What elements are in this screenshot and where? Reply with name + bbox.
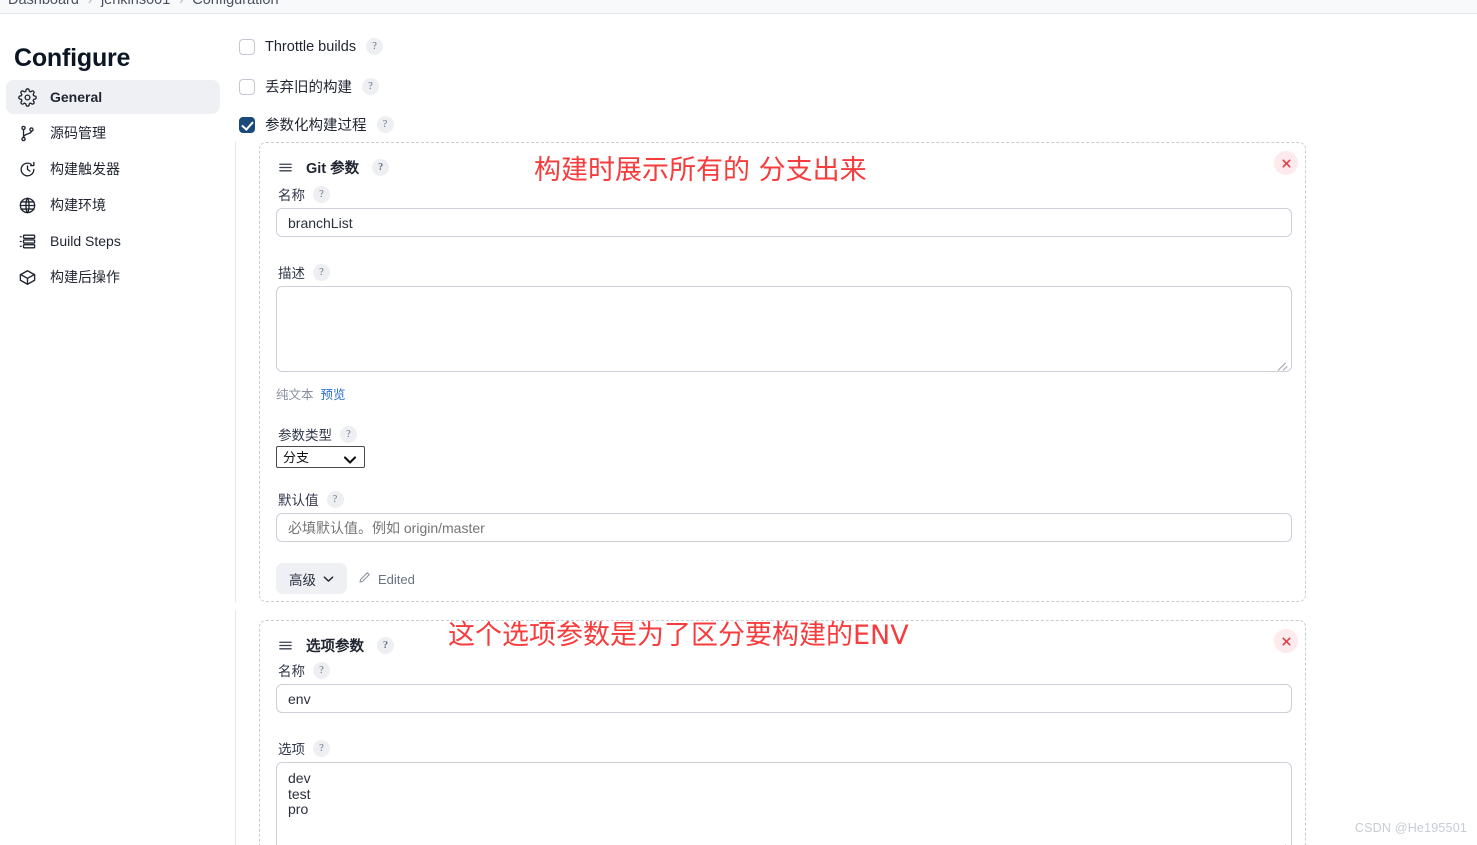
advanced-label: 高级 [289, 572, 316, 588]
sidebar-item-build-steps[interactable]: Build Steps [6, 224, 220, 258]
delete-parameter-button[interactable] [1274, 629, 1298, 653]
preview-link[interactable]: 预览 [321, 384, 346, 403]
sidebar-item-general[interactable]: General [6, 80, 220, 114]
sidebar-item-source-code-management[interactable]: 源码管理 [6, 116, 220, 150]
pencil-icon [358, 571, 371, 587]
choices-field-label-row: 选项 ? [278, 738, 330, 758]
sidebar-item-label: 构建后操作 [50, 269, 120, 285]
help-icon[interactable]: ? [313, 739, 330, 757]
checkbox-row-throttle-builds: Throttle builds ? [239, 38, 384, 55]
name-field-label-row: 名称 ? [278, 184, 330, 204]
parameter-block-choice: 选项参数 ? 名称 ? 选项 ? [259, 620, 1306, 845]
description-field-label-row: 描述 ? [278, 262, 330, 282]
parameter-type-title: Git 参数 [306, 161, 360, 177]
advanced-button[interactable]: 高级 [276, 563, 347, 594]
checkbox-label: Throttle builds [265, 38, 357, 55]
help-icon[interactable]: ? [340, 425, 357, 443]
parameter-description-textarea[interactable] [276, 286, 1292, 372]
help-icon[interactable]: ? [362, 78, 379, 95]
sidebar-item-label: 构建环境 [50, 197, 106, 213]
page-title: Configure [14, 44, 131, 72]
page-root: Dashboard › jenkins001 › Configuration C… [0, 0, 1477, 845]
name-label: 名称 [278, 664, 305, 679]
parameter-type-select[interactable]: 分支标签修订版本拉取请求 [276, 446, 365, 468]
chevron-down-icon [323, 571, 334, 586]
edited-status: Edited [358, 571, 415, 587]
branch-icon [18, 124, 37, 143]
breadcrumb-separator-icon: › [179, 0, 184, 7]
watermark: CSDN @He195501 [1354, 821, 1467, 835]
globe-icon [18, 196, 37, 215]
help-icon[interactable]: ? [313, 185, 330, 203]
sidebar-item-post-build-actions[interactable]: 构建后操作 [6, 260, 220, 294]
indent-guide [235, 610, 236, 845]
sidebar-item-label: Build Steps [50, 233, 121, 249]
sidebar-item-label: 构建触发器 [50, 161, 120, 177]
breadcrumb-item-job[interactable]: jenkins001 [101, 0, 170, 8]
name-field-label-row: 名称 ? [278, 660, 330, 680]
box-icon [18, 268, 37, 287]
help-icon[interactable]: ? [326, 490, 344, 508]
list-icon [18, 232, 37, 251]
clock-icon [18, 160, 37, 179]
parameter-header-choice: 选项参数 ? [278, 635, 394, 656]
breadcrumb-bar: Dashboard › jenkins001 › Configuration [0, 0, 1477, 14]
annotation-git-parameter: 构建时展示所有的 分支出来 [534, 155, 867, 186]
sidebar-item-label: 源码管理 [50, 125, 106, 141]
drag-handle-icon[interactable] [278, 160, 293, 175]
parameter-type-title: 选项参数 [306, 639, 364, 655]
default-value-input[interactable] [276, 513, 1292, 542]
plain-text-label: 纯文本 [276, 388, 314, 402]
parameter-name-input[interactable] [276, 684, 1292, 713]
help-icon[interactable]: ? [313, 263, 330, 281]
parameter-block-git: Git 参数 ? 名称 ? 描述 ? 纯文本 [259, 142, 1306, 602]
checkbox-row-parameterized-build: 参数化构建过程 ? [239, 114, 394, 135]
sidebar-item-label: General [50, 89, 103, 105]
parameterized-build-checkbox[interactable] [239, 116, 255, 133]
breadcrumb-item-configuration[interactable]: Configuration [192, 0, 278, 8]
default-value-label: 默认值 [278, 493, 319, 508]
name-label: 名称 [278, 188, 305, 203]
parameter-type-label: 参数类型 [278, 428, 332, 443]
sidebar-item-build-environment[interactable]: 构建环境 [6, 188, 220, 222]
parameter-name-input[interactable] [276, 208, 1292, 237]
edited-label: Edited [378, 571, 415, 587]
annotation-choice-parameter: 这个选项参数是为了区分要构建的ENV [448, 620, 909, 651]
parameter-choices-textarea[interactable] [276, 762, 1292, 845]
checkbox-row-discard-old-builds: 丢弃旧的构建 ? [239, 76, 379, 97]
sidebar-nav: General 源码管理 构建触发器 构建环境 Build Steps 构建后操… [6, 80, 220, 296]
choices-label: 选项 [278, 742, 305, 757]
checkbox-label: 参数化构建过程 [265, 118, 367, 134]
breadcrumb-item-dashboard[interactable]: Dashboard [8, 0, 79, 8]
gear-icon [18, 87, 37, 107]
help-icon[interactable]: ? [313, 661, 330, 679]
description-format-links: 纯文本 预览 [276, 384, 346, 403]
breadcrumb-separator-icon: › [87, 0, 92, 7]
throttle-builds-checkbox[interactable] [239, 38, 255, 55]
sidebar: Configure General 源码管理 构建触发器 构建环境 Build … [0, 14, 226, 845]
default-value-label-row: 默认值 ? [278, 489, 344, 509]
drag-handle-icon[interactable] [278, 638, 293, 653]
description-label: 描述 [278, 266, 305, 281]
discard-old-builds-checkbox[interactable] [239, 78, 255, 95]
breadcrumb: Dashboard › jenkins001 › Configuration [8, 0, 279, 8]
parameter-header-git: Git 参数 ? [278, 157, 390, 178]
help-icon[interactable]: ? [366, 38, 384, 55]
sidebar-item-build-triggers[interactable]: 构建触发器 [6, 152, 220, 186]
parameter-type-label-row: 参数类型 ? [278, 424, 357, 444]
help-icon[interactable]: ? [372, 159, 390, 176]
indent-guide [235, 142, 236, 602]
main-content: Throttle builds ? 丢弃旧的构建 ? 参数化构建过程 ? Git… [226, 14, 1477, 845]
delete-parameter-button[interactable] [1274, 151, 1298, 175]
checkbox-label: 丢弃旧的构建 [265, 80, 352, 96]
help-icon[interactable]: ? [376, 116, 394, 133]
help-icon[interactable]: ? [377, 637, 394, 654]
